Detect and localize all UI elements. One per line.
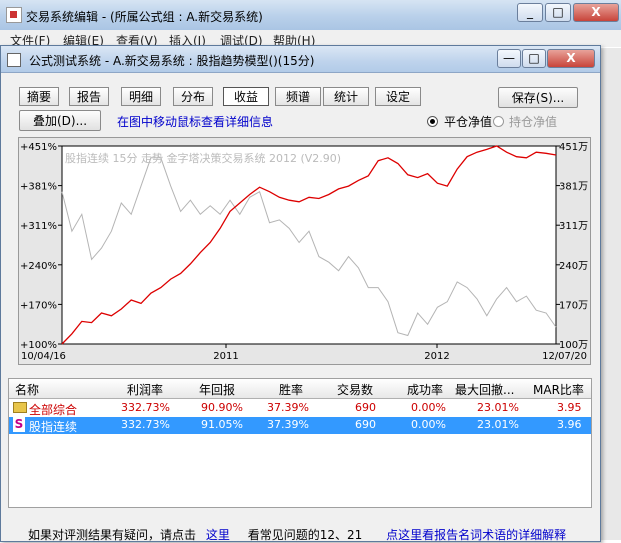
y-tick-label-right: 170万: [559, 300, 588, 311]
row-drawdown: 23.01%: [477, 401, 519, 414]
folder-icon: [13, 402, 27, 413]
dialog-maximize-button[interactable]: □: [522, 49, 546, 68]
y-tick-label-left: +451%: [20, 142, 57, 153]
tab-spectrum[interactable]: 频谱: [275, 87, 321, 106]
y-tick-label-right: 240万: [559, 261, 588, 272]
footer-help: 如果对评测结果有疑问，请点击 这里 看常见问题的12、21 点这里看报告名词术语…: [28, 526, 566, 543]
dialog-close-button[interactable]: X: [547, 49, 595, 68]
save-button[interactable]: 保存(S)...: [498, 87, 578, 108]
overlay-button[interactable]: 叠加(D)...: [19, 110, 101, 131]
tab-statistics[interactable]: 统计: [323, 87, 369, 106]
outer-minimize-button[interactable]: _: [517, 3, 543, 22]
app-icon: [6, 7, 22, 23]
y-tick-label-left: +100%: [20, 340, 57, 351]
outer-window-title: 交易系统编辑 - (所属公式组 : A.新交易系统): [26, 10, 263, 24]
x-label-2011: 2011: [213, 351, 238, 362]
equity-chart[interactable]: +451% 451万 +381% 381万 +311% 311万 +240% 240万 +170…: [18, 137, 591, 365]
row-profit: 332.73%: [121, 401, 170, 414]
outer-right-panel: [600, 48, 621, 540]
hold-equity-label[interactable]: 持仓净值: [509, 113, 557, 130]
row-name: 股指连续: [29, 420, 78, 434]
row-name: 全部综合: [29, 403, 78, 417]
row-annual: 90.90%: [201, 401, 243, 414]
col-annual[interactable]: 年回报: [199, 381, 235, 398]
tab-summary[interactable]: 摘要: [19, 87, 59, 106]
outer-maximize-button[interactable]: □: [545, 3, 571, 22]
equity-chart-svg[interactable]: +451% 451万 +381% 381万 +311% 311万 +240% 240万 +170…: [19, 138, 590, 364]
flat-equity-label[interactable]: 平仓净值: [444, 113, 492, 130]
tab-report[interactable]: 报告: [69, 87, 109, 106]
row-profit: 332.73%: [121, 418, 170, 431]
y-tick-label-left: +240%: [20, 261, 57, 272]
dialog-title-bar: 公式测试系统 - A.新交易系统 : 股指趋势模型()(15分) — □ X: [1, 46, 600, 73]
dialog-minimize-button[interactable]: —: [497, 49, 521, 68]
tab-settings[interactable]: 设定: [375, 87, 421, 106]
row-winrate: 37.39%: [267, 401, 309, 414]
row-mar: 3.95: [557, 401, 582, 414]
hold-equity-radio[interactable]: [493, 116, 504, 127]
tab-returns[interactable]: 收益: [223, 87, 269, 106]
table-row[interactable]: S 股指连续 332.73% 91.05% 37.39% 690 0.00% 2…: [9, 417, 591, 434]
col-trades[interactable]: 交易数: [337, 381, 373, 398]
table-row[interactable]: 全部综合 332.73% 90.90% 37.39% 690 0.00% 23.…: [9, 400, 591, 417]
y-tick-label-left: +311%: [20, 221, 57, 232]
col-mar[interactable]: MAR比率: [533, 381, 584, 398]
y-tick-label-left: +170%: [20, 300, 57, 311]
x-label-start: 10/04/16: [21, 351, 66, 362]
table-header: 名称 利润率 年回报 胜率 交易数 成功率 最大回撤... MAR比率: [9, 379, 591, 399]
row-trades: 690: [355, 418, 376, 431]
y-tick-label-right: 311万: [559, 221, 588, 232]
row-annual: 91.05%: [201, 418, 243, 431]
row-mar: 3.96: [557, 418, 582, 431]
col-name[interactable]: 名称: [15, 381, 39, 398]
y-tick-label-right: 100万: [559, 340, 588, 351]
tab-detail[interactable]: 明细: [121, 87, 161, 106]
x-label-2012: 2012: [424, 351, 449, 362]
y-tick-label-right: 381万: [559, 182, 588, 193]
plot-area: [61, 145, 557, 345]
flat-equity-radio[interactable]: [427, 116, 438, 127]
col-winrate[interactable]: 胜率: [279, 381, 303, 398]
col-drawdown[interactable]: 最大回撤...: [455, 381, 514, 398]
tab-distribution[interactable]: 分布: [173, 87, 213, 106]
outer-close-button[interactable]: X: [573, 3, 619, 22]
row-drawdown: 23.01%: [477, 418, 519, 431]
outer-title-bar: 交易系统编辑 - (所属公式组 : A.新交易系统) _ □ X: [0, 0, 621, 31]
s-icon: S: [13, 417, 25, 432]
row-success: 0.00%: [411, 401, 446, 414]
y-tick-label-left: +381%: [20, 182, 57, 193]
dialog-title: 公式测试系统 - A.新交易系统 : 股指趋势模型()(15分): [29, 54, 315, 68]
y-tick-label-right: 451万: [559, 142, 588, 153]
dialog-icon: [7, 53, 21, 67]
chart-hint: 在图中移动鼠标查看详细信息: [117, 115, 274, 129]
col-profit[interactable]: 利润率: [127, 381, 163, 398]
row-winrate: 37.39%: [267, 418, 309, 431]
chart-watermark: 股指连续 15分 走势 金字塔决策交易系统 2012 (V2.90): [65, 151, 341, 165]
row-trades: 690: [355, 401, 376, 414]
results-table: 名称 利润率 年回报 胜率 交易数 成功率 最大回撤... MAR比率 全部综合…: [8, 378, 592, 508]
x-label-end: 12/07/20: [542, 351, 587, 362]
col-success[interactable]: 成功率: [407, 381, 443, 398]
row-success: 0.00%: [411, 418, 446, 431]
